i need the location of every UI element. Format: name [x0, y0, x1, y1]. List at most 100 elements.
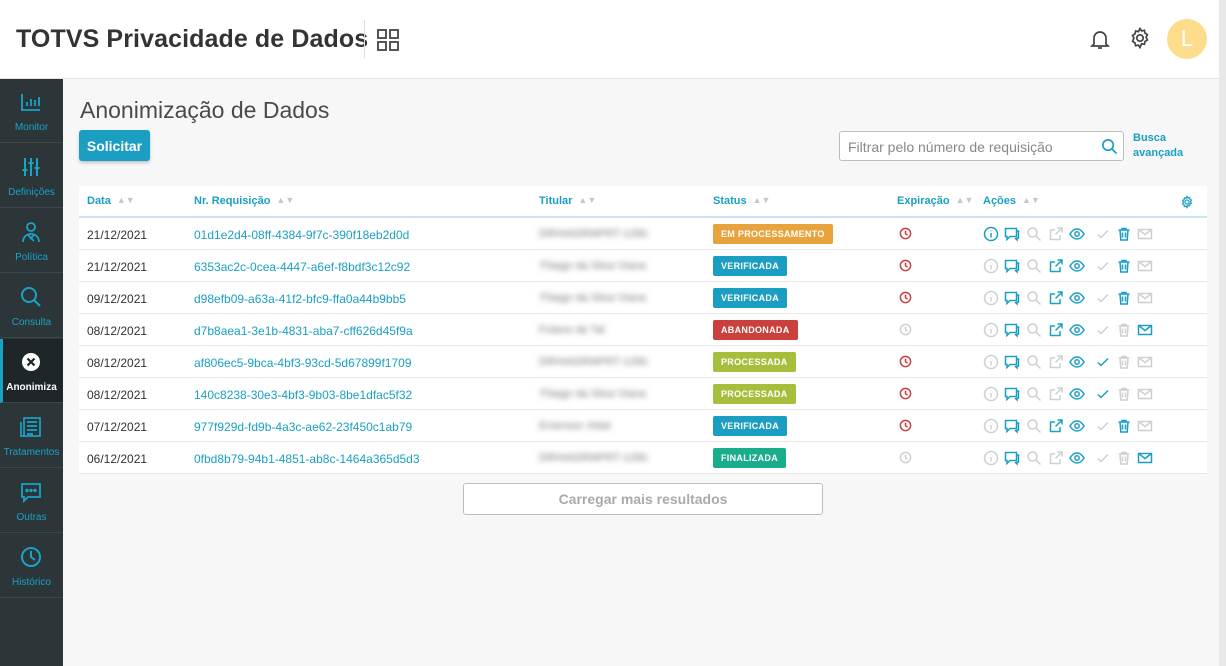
trash-icon[interactable] — [1116, 418, 1132, 434]
status-badge: ABANDONADA — [713, 320, 798, 340]
search-icon — [1027, 227, 1042, 242]
expiration-clock-icon — [899, 323, 912, 336]
eye-icon[interactable] — [1069, 450, 1085, 466]
column-header-actions[interactable]: Ações ▲▼ — [983, 195, 1040, 207]
search-icon — [1027, 291, 1042, 306]
check-icon[interactable] — [1095, 386, 1111, 402]
user-policy-icon — [22, 222, 40, 243]
trash-icon[interactable] — [1116, 226, 1132, 242]
eye-icon[interactable] — [1069, 258, 1085, 274]
chat-icon[interactable] — [1004, 354, 1020, 370]
mail-icon — [1137, 388, 1153, 400]
trash-icon[interactable] — [1116, 290, 1132, 306]
notification-bell-icon[interactable] — [1088, 27, 1112, 51]
search-icon — [1027, 323, 1042, 338]
eye-icon[interactable] — [1069, 322, 1085, 338]
info-icon — [983, 258, 999, 274]
eye-icon[interactable] — [1069, 290, 1085, 306]
eye-icon[interactable] — [1069, 354, 1085, 370]
sidebar-item-outras[interactable]: Outras — [0, 469, 63, 533]
request-number-link[interactable]: d7b8aea1-3e1b-4831-aba7-cff626d45f9a — [194, 324, 413, 338]
holder-cell-redacted: Thiago da Silva Viana — [539, 292, 646, 304]
holder-cell-redacted: DRHIADRMPRT-1280 — [539, 228, 648, 240]
chat-icon[interactable] — [1004, 226, 1020, 242]
check-icon — [1097, 325, 1109, 335]
chat-icon[interactable] — [1004, 258, 1020, 274]
search-icon — [1027, 387, 1042, 402]
request-number-link[interactable]: 977f929d-fd9b-4a3c-ae62-23f450c1ab79 — [194, 420, 412, 434]
column-header-request[interactable]: Nr. Requisição ▲▼ — [194, 195, 294, 207]
chat-icon[interactable] — [1004, 290, 1020, 306]
eye-icon[interactable] — [1069, 226, 1085, 242]
sidebar-item-label: Anonimiza — [6, 382, 57, 393]
column-header-holder[interactable]: Titular ▲▼ — [539, 195, 596, 207]
external-link-icon[interactable] — [1048, 290, 1064, 306]
status-badge: VERIFICADA — [713, 288, 788, 308]
trash-icon[interactable] — [1116, 258, 1132, 274]
mail-icon[interactable] — [1137, 322, 1153, 338]
column-header-date[interactable]: Data ▲▼ — [87, 195, 135, 207]
table-row: 06/12/2021 0fbd8b79-94b1-4851-ab8c-1464a3… — [79, 442, 1207, 474]
info-icon[interactable] — [983, 226, 999, 242]
search-icon — [21, 287, 41, 307]
sidebar-item-politica[interactable]: Política — [0, 209, 63, 273]
user-avatar[interactable]: L — [1167, 19, 1207, 59]
sidebar-item-definicoes[interactable]: Definições — [0, 144, 63, 208]
sidebar-item-historico[interactable]: Histórico — [0, 534, 63, 598]
external-link-icon[interactable] — [1048, 322, 1064, 338]
request-number-link[interactable]: 6353ac2c-0cea-4447-a6ef-f8bdf3c12c92 — [194, 260, 410, 274]
search-icon — [1027, 419, 1042, 434]
chat-icon[interactable] — [1004, 418, 1020, 434]
trash-icon — [1118, 323, 1130, 337]
table-row: 07/12/2021 977f929d-fd9b-4a3c-ae62-23f450… — [79, 410, 1207, 442]
check-icon — [1097, 261, 1109, 271]
external-link-icon[interactable] — [1048, 258, 1064, 274]
chat-icon[interactable] — [1004, 386, 1020, 402]
eye-icon[interactable] — [1069, 418, 1085, 434]
status-badge: EM PROCESSAMENTO — [713, 224, 833, 244]
date-cell: 09/12/2021 — [87, 292, 148, 306]
search-icon — [1027, 259, 1042, 274]
external-link-icon — [1049, 355, 1063, 369]
eye-icon[interactable] — [1069, 386, 1085, 402]
chat-icon[interactable] — [1004, 322, 1020, 338]
request-number-link[interactable]: af806ec5-9bca-4bf3-93cd-5d67899f1709 — [194, 356, 412, 370]
column-header-expiration[interactable]: Expiração ▲▼ — [897, 195, 973, 207]
apps-grid-icon[interactable] — [376, 28, 400, 52]
advanced-search-link[interactable]: Busca avançada — [1133, 131, 1195, 161]
expiration-clock-icon — [899, 355, 912, 368]
load-more-button[interactable]: Carregar mais resultados — [463, 483, 823, 515]
search-icon — [1027, 451, 1042, 466]
mail-icon[interactable] — [1137, 450, 1153, 466]
request-number-link[interactable]: d98efb09-a63a-41f2-bfc9-ffa0a44b9bb5 — [194, 292, 406, 306]
filter-box — [839, 131, 1124, 161]
check-icon — [1097, 453, 1109, 463]
request-button[interactable]: Solicitar — [79, 130, 150, 161]
date-cell: 07/12/2021 — [87, 420, 148, 434]
request-number-link[interactable]: 140c8238-30e3-4bf3-9b03-8be1dfac5f32 — [194, 388, 412, 402]
sidebar-item-anonimiza[interactable]: Anonimiza — [0, 339, 63, 403]
date-cell: 06/12/2021 — [87, 452, 148, 466]
table-row: 09/12/2021 d98efb09-a63a-41f2-bfc9-ffa0a4… — [79, 282, 1207, 314]
status-badge: VERIFICADA — [713, 416, 788, 436]
sort-icon: ▲▼ — [578, 195, 597, 205]
table-settings-gear-icon[interactable] — [1180, 195, 1194, 209]
sidebar-item-monitor[interactable]: Monitor — [0, 79, 63, 143]
sidebar-item-tratamentos[interactable]: Tratamentos — [0, 404, 63, 468]
settings-gear-icon[interactable] — [1128, 26, 1152, 50]
sidebar-item-consulta[interactable]: Consulta — [0, 274, 63, 338]
request-number-link[interactable]: 0fbd8b79-94b1-4851-ab8c-1464a365d5d3 — [194, 452, 420, 466]
window-scrollbar[interactable] — [1219, 0, 1226, 666]
sidebar-item-label: Política — [15, 252, 48, 263]
chat-icon[interactable] — [1004, 450, 1020, 466]
date-cell: 08/12/2021 — [87, 324, 148, 338]
request-number-link[interactable]: 01d1e2d4-08ff-4384-9f7c-390f18eb2d0d — [194, 228, 409, 242]
sidebar-item-label: Monitor — [14, 122, 49, 133]
request-filter-input[interactable] — [848, 137, 1088, 157]
sidebar: Monitor Definições Política Consulta Ano… — [0, 79, 63, 666]
search-icon[interactable] — [1101, 138, 1118, 155]
check-icon — [1097, 421, 1109, 431]
external-link-icon[interactable] — [1048, 418, 1064, 434]
check-icon[interactable] — [1095, 354, 1111, 370]
column-header-status[interactable]: Status ▲▼ — [713, 195, 770, 207]
